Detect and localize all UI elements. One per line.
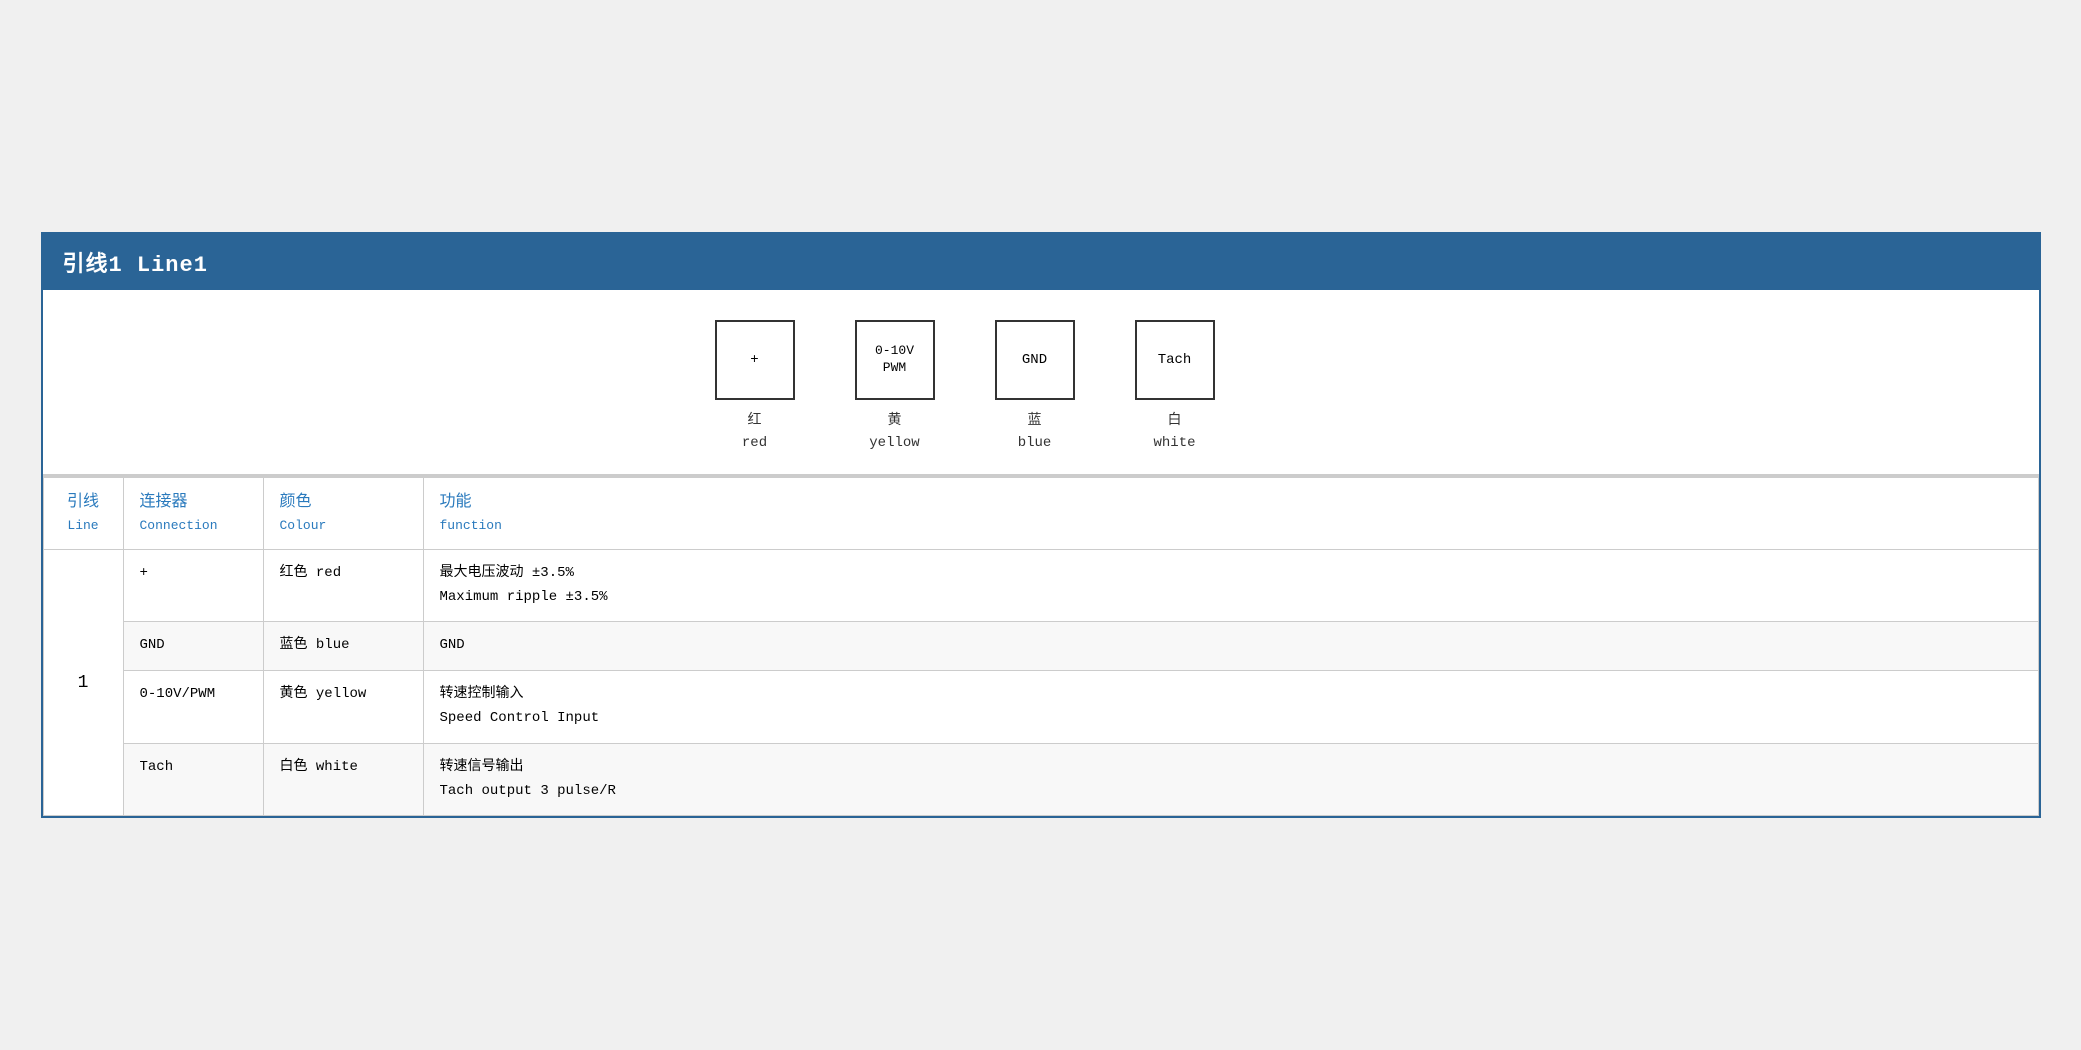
- pin-item-red: + 红 red: [715, 320, 795, 455]
- connection-plus: +: [123, 549, 263, 622]
- table-header-row: 引线 Line 连接器 Connection 颜色 Colour 功能 func…: [43, 477, 2038, 549]
- function-red-cn: 最大电压波动 ±3.5%: [440, 562, 2022, 586]
- pin-box-gnd: GND: [995, 320, 1075, 400]
- pin-box-pwm: 0-10VPWM: [855, 320, 935, 400]
- function-tach-en: Tach output 3 pulse/R: [440, 780, 2022, 804]
- col-header-line: 引线 Line: [43, 477, 123, 549]
- col-header-connection: 连接器 Connection: [123, 477, 263, 549]
- col-header-function-en: function: [440, 516, 2022, 537]
- col-header-line-en: Line: [60, 516, 107, 537]
- table-row-1: 1 + 红色 red 最大电压波动 ±3.5% Maximum ripple ±…: [43, 549, 2038, 622]
- pin-label-white: 白 white: [1153, 410, 1195, 455]
- col-header-connection-en: Connection: [140, 516, 247, 537]
- function-pwm: 转速控制输入 Speed Control Input: [423, 671, 2038, 744]
- pin-chinese-yellow: 黄: [869, 410, 919, 432]
- col-header-line-cn: 引线: [60, 490, 107, 516]
- connection-pwm: 0-10V/PWM: [123, 671, 263, 744]
- pin-english-white: white: [1153, 432, 1195, 454]
- col-header-colour: 颜色 Colour: [263, 477, 423, 549]
- function-pwm-en: Speed Control Input: [440, 707, 2022, 731]
- pin-label-red: 红 red: [742, 410, 767, 455]
- diagram-pins: + 红 red 0-10VPWM 黄 yellow: [715, 320, 1584, 455]
- pin-label-blue: 蓝 blue: [1018, 410, 1052, 455]
- function-tach-cn: 转速信号输出: [440, 756, 2022, 780]
- pin-chinese-white: 白: [1153, 410, 1195, 432]
- line-number-1: 1: [43, 549, 123, 816]
- pin-chinese-blue: 蓝: [1018, 410, 1052, 432]
- diagram-section: + 红 red 0-10VPWM 黄 yellow: [43, 290, 2039, 477]
- colour-white: 白色 white: [263, 743, 423, 816]
- pin-item-blue: GND 蓝 blue: [995, 320, 1075, 455]
- table-row-4: Tach 白色 white 转速信号输出 Tach output 3 pulse…: [43, 743, 2038, 816]
- pin-box-label-tach: Tach: [1158, 351, 1192, 369]
- pin-box-tach: Tach: [1135, 320, 1215, 400]
- pin-english-red: red: [742, 432, 767, 454]
- colour-blue: 蓝色 blue: [263, 622, 423, 671]
- col-header-connection-cn: 连接器: [140, 490, 247, 516]
- data-table: 引线 Line 连接器 Connection 颜色 Colour 功能 func…: [43, 476, 2039, 816]
- table-row-2: GND 蓝色 blue GND: [43, 622, 2038, 671]
- col-header-function-cn: 功能: [440, 490, 2022, 516]
- col-header-function: 功能 function: [423, 477, 2038, 549]
- pin-chinese-red: 红: [742, 410, 767, 432]
- function-red: 最大电压波动 ±3.5% Maximum ripple ±3.5%: [423, 549, 2038, 622]
- colour-yellow: 黄色 yellow: [263, 671, 423, 744]
- function-red-en: Maximum ripple ±3.5%: [440, 586, 2022, 610]
- table-row-3: 0-10V/PWM 黄色 yellow 转速控制输入 Speed Control…: [43, 671, 2038, 744]
- function-gnd: GND: [423, 622, 2038, 671]
- connection-gnd: GND: [123, 622, 263, 671]
- function-tach: 转速信号输出 Tach output 3 pulse/R: [423, 743, 2038, 816]
- function-pwm-cn: 转速控制输入: [440, 683, 2022, 707]
- col-header-colour-en: Colour: [280, 516, 407, 537]
- pin-english-yellow: yellow: [869, 432, 919, 454]
- main-container: 引线1 Line1 + 红 red 0-10VPWM 黄: [41, 232, 2041, 819]
- col-header-colour-cn: 颜色: [280, 490, 407, 516]
- section-header: 引线1 Line1: [43, 234, 2039, 290]
- connection-tach: Tach: [123, 743, 263, 816]
- pin-english-blue: blue: [1018, 432, 1052, 454]
- header-title: 引线1 Line1: [63, 253, 208, 278]
- pin-box-label-gnd: GND: [1022, 351, 1047, 369]
- pin-box-plus: +: [715, 320, 795, 400]
- pin-label-yellow: 黄 yellow: [869, 410, 919, 455]
- pin-box-label: +: [750, 351, 758, 369]
- colour-red: 红色 red: [263, 549, 423, 622]
- pin-item-yellow: 0-10VPWM 黄 yellow: [855, 320, 935, 455]
- pin-item-white: Tach 白 white: [1135, 320, 1215, 455]
- pin-box-label-pwm: 0-10VPWM: [875, 343, 914, 377]
- function-gnd-cn: GND: [440, 634, 2022, 658]
